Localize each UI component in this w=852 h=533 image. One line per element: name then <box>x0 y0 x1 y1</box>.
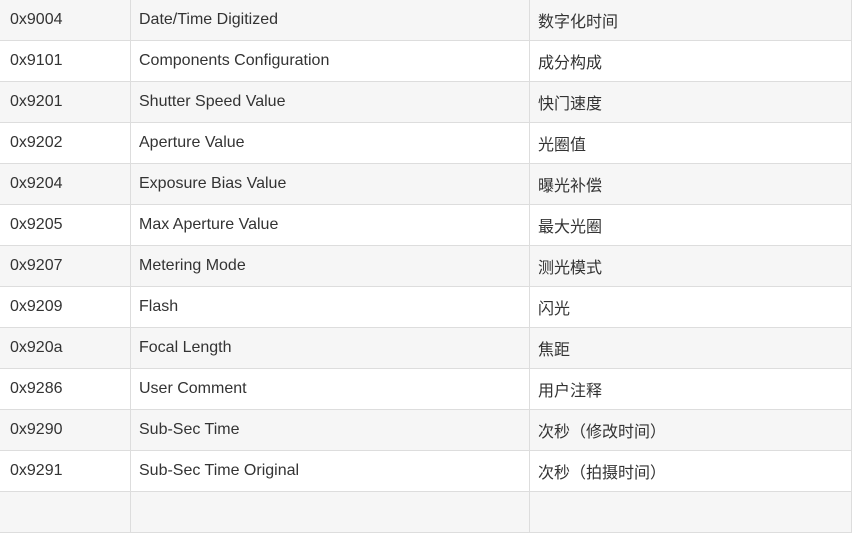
name-cell: Date/Time Digitized <box>130 0 530 41</box>
chinese-name-cell: 测光模式 <box>529 245 852 287</box>
table-row: 0x9207 Metering Mode 测光模式 <box>0 245 852 287</box>
table-row: 0x9101 Components Configuration 成分构成 <box>0 40 852 82</box>
chinese-name-cell: 用户注释 <box>529 368 852 410</box>
table-row: 0x9290 Sub-Sec Time 次秒（修改时间） <box>0 409 852 451</box>
name-cell: User Comment <box>130 368 530 410</box>
table-row: 0x9202 Aperture Value 光圈值 <box>0 122 852 164</box>
table-row: 0x920a Focal Length 焦距 <box>0 327 852 369</box>
chinese-name-cell: 曝光补偿 <box>529 163 852 205</box>
tag-cell: 0x9004 <box>0 0 131 41</box>
table-row: 0x9286 User Comment 用户注释 <box>0 368 852 410</box>
chinese-name-cell: 成分构成 <box>529 40 852 82</box>
table-row: 0x9004 Date/Time Digitized 数字化时间 <box>0 0 852 41</box>
name-cell <box>130 491 530 533</box>
tag-cell: 0x9290 <box>0 409 131 451</box>
name-cell: Exposure Bias Value <box>130 163 530 205</box>
tag-cell: 0x9205 <box>0 204 131 246</box>
chinese-name-cell: 闪光 <box>529 286 852 328</box>
name-cell: Max Aperture Value <box>130 204 530 246</box>
name-cell: Aperture Value <box>130 122 530 164</box>
tag-cell: 0x9204 <box>0 163 131 205</box>
tag-cell <box>0 491 131 533</box>
name-cell: Sub-Sec Time Original <box>130 450 530 492</box>
table-row: 0x9205 Max Aperture Value 最大光圈 <box>0 204 852 246</box>
table-body: 0x9004 Date/Time Digitized 数字化时间 0x9101 Comp… <box>0 0 852 533</box>
tag-cell: 0x9202 <box>0 122 131 164</box>
tag-cell: 0x9207 <box>0 245 131 287</box>
tag-cell: 0x920a <box>0 327 131 369</box>
name-cell: Sub-Sec Time <box>130 409 530 451</box>
chinese-name-cell: 次秒（修改时间） <box>529 409 852 451</box>
table-row: 0x9291 Sub-Sec Time Original 次秒（拍摄时间） <box>0 450 852 492</box>
table-row: 0x9201 Shutter Speed Value 快门速度 <box>0 81 852 123</box>
tag-cell: 0x9101 <box>0 40 131 82</box>
table-row: 0x9209 Flash 闪光 <box>0 286 852 328</box>
name-cell: Shutter Speed Value <box>130 81 530 123</box>
table-row: 0x9204 Exposure Bias Value 曝光补偿 <box>0 163 852 205</box>
chinese-name-cell <box>529 491 852 533</box>
name-cell: Metering Mode <box>130 245 530 287</box>
chinese-name-cell: 数字化时间 <box>529 0 852 41</box>
name-cell: Flash <box>130 286 530 328</box>
exif-tag-table: 0x9004 Date/Time Digitized 数字化时间 0x9101 Comp… <box>0 0 852 533</box>
chinese-name-cell: 次秒（拍摄时间） <box>529 450 852 492</box>
chinese-name-cell: 快门速度 <box>529 81 852 123</box>
tag-cell: 0x9201 <box>0 81 131 123</box>
chinese-name-cell: 焦距 <box>529 327 852 369</box>
tag-cell: 0x9286 <box>0 368 131 410</box>
chinese-name-cell: 光圈值 <box>529 122 852 164</box>
table-row <box>0 491 852 533</box>
chinese-name-cell: 最大光圈 <box>529 204 852 246</box>
name-cell: Components Configuration <box>130 40 530 82</box>
tag-cell: 0x9209 <box>0 286 131 328</box>
tag-cell: 0x9291 <box>0 450 131 492</box>
name-cell: Focal Length <box>130 327 530 369</box>
